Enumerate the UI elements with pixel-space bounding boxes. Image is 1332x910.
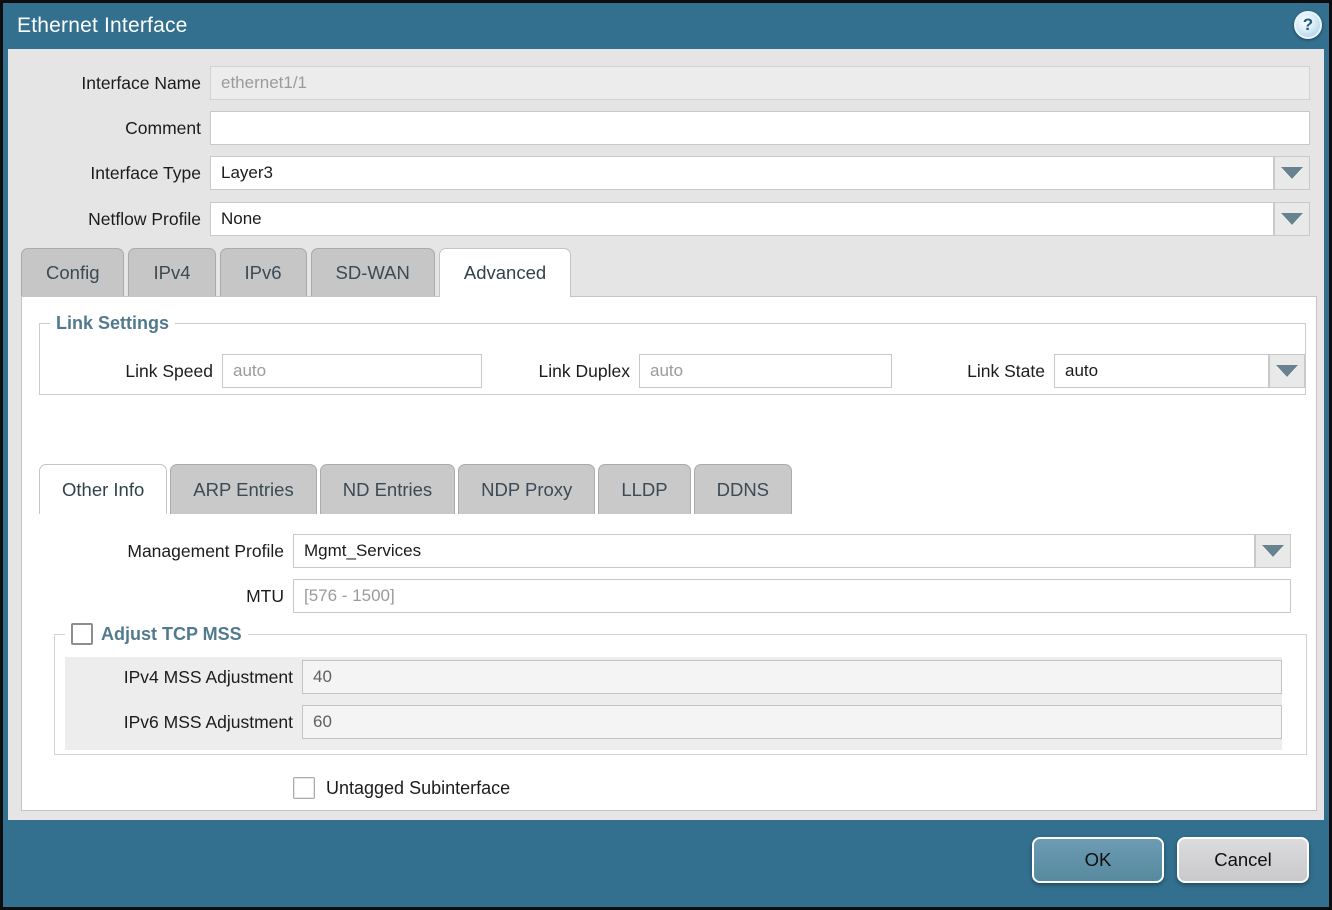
netflow-profile-dropdown-button[interactable] xyxy=(1274,202,1310,236)
main-tab-bar: Config IPv4 IPv6 SD-WAN Advanced xyxy=(21,248,571,296)
netflow-profile-row: Netflow Profile xyxy=(210,202,1274,236)
netflow-profile-field[interactable] xyxy=(210,202,1274,236)
link-state-field[interactable] xyxy=(1054,354,1269,388)
help-icon[interactable]: ? xyxy=(1294,11,1322,39)
dialog-body: Interface Name Comment Interface Type Ne… xyxy=(8,49,1324,823)
chevron-down-icon xyxy=(1281,167,1303,179)
sub-tab-bar: Other Info ARP Entries ND Entries NDP Pr… xyxy=(39,464,792,514)
link-speed-field[interactable] xyxy=(222,354,482,388)
dialog-titlebar: Ethernet Interface ? xyxy=(3,3,1329,49)
tab-ipv4[interactable]: IPv4 xyxy=(128,248,215,296)
management-profile-dropdown-button[interactable] xyxy=(1255,534,1291,568)
netflow-profile-label: Netflow Profile xyxy=(88,209,201,230)
comment-label: Comment xyxy=(125,118,201,139)
chevron-down-icon xyxy=(1281,213,1303,225)
subtab-arp-entries[interactable]: ARP Entries xyxy=(170,464,316,514)
chevron-down-icon xyxy=(1276,365,1298,377)
tab-sdwan[interactable]: SD-WAN xyxy=(311,248,435,296)
interface-name-field xyxy=(210,66,1310,100)
interface-name-row: Interface Name xyxy=(210,66,1310,100)
ipv4-mss-row: IPv4 MSS Adjustment xyxy=(302,660,1282,694)
ipv4-mss-field xyxy=(302,660,1282,694)
ethernet-interface-dialog: Ethernet Interface ? Interface Name Comm… xyxy=(0,0,1332,910)
interface-name-label: Interface Name xyxy=(81,73,201,94)
link-settings-fieldset: Link Settings Link Speed Link Duplex Lin… xyxy=(39,313,1306,395)
untagged-subinterface-label: Untagged Subinterface xyxy=(326,778,510,799)
ipv4-mss-label: IPv4 MSS Adjustment xyxy=(124,667,293,688)
untagged-subinterface-checkbox[interactable] xyxy=(293,777,315,799)
link-settings-legend: Link Settings xyxy=(50,313,175,334)
subtab-other-info[interactable]: Other Info xyxy=(39,464,167,514)
comment-field[interactable] xyxy=(210,111,1310,145)
interface-type-dropdown-button[interactable] xyxy=(1274,156,1310,190)
interface-type-row: Interface Type xyxy=(210,156,1274,190)
tab-advanced[interactable]: Advanced xyxy=(439,248,571,297)
subtab-ddns[interactable]: DDNS xyxy=(694,464,792,514)
cancel-button[interactable]: Cancel xyxy=(1177,837,1309,883)
link-speed-row: Link Speed xyxy=(222,354,482,388)
chevron-down-icon xyxy=(1262,545,1284,557)
management-profile-label: Management Profile xyxy=(127,541,284,562)
link-state-label: Link State xyxy=(967,361,1045,382)
mtu-row: MTU xyxy=(293,579,1291,613)
ipv6-mss-row: IPv6 MSS Adjustment xyxy=(302,705,1282,739)
subtab-nd-entries[interactable]: ND Entries xyxy=(320,464,455,514)
untagged-subinterface-row: Untagged Subinterface xyxy=(293,777,510,799)
advanced-tab-panel: Link Settings Link Speed Link Duplex Lin… xyxy=(21,296,1317,811)
adjust-tcp-mss-legend: Adjust TCP MSS xyxy=(65,623,248,645)
dialog-title: Ethernet Interface xyxy=(17,14,188,38)
dialog-footer: OK Cancel xyxy=(3,820,1329,907)
adjust-tcp-mss-checkbox[interactable] xyxy=(71,623,93,645)
mss-disabled-panel: IPv4 MSS Adjustment IPv6 MSS Adjustment xyxy=(65,657,1282,750)
adjust-tcp-mss-fieldset: Adjust TCP MSS IPv4 MSS Adjustment IPv6 … xyxy=(54,623,1307,755)
link-state-row: Link State xyxy=(1054,354,1269,388)
interface-type-label: Interface Type xyxy=(90,163,201,184)
tab-config[interactable]: Config xyxy=(21,248,124,296)
link-duplex-label: Link Duplex xyxy=(539,361,630,382)
management-profile-row: Management Profile xyxy=(293,534,1255,568)
comment-row: Comment xyxy=(210,111,1310,145)
link-duplex-row: Link Duplex xyxy=(639,354,892,388)
mtu-field[interactable] xyxy=(293,579,1291,613)
subtab-ndp-proxy[interactable]: NDP Proxy xyxy=(458,464,595,514)
link-duplex-field[interactable] xyxy=(639,354,892,388)
ok-button[interactable]: OK xyxy=(1032,837,1164,883)
tab-ipv6[interactable]: IPv6 xyxy=(220,248,307,296)
mtu-label: MTU xyxy=(246,586,284,607)
link-speed-label: Link Speed xyxy=(125,361,213,382)
subtab-lldp[interactable]: LLDP xyxy=(598,464,690,514)
management-profile-field[interactable] xyxy=(293,534,1255,568)
ipv6-mss-label: IPv6 MSS Adjustment xyxy=(124,712,293,733)
interface-type-field[interactable] xyxy=(210,156,1274,190)
ipv6-mss-field xyxy=(302,705,1282,739)
link-state-dropdown-button[interactable] xyxy=(1269,354,1305,388)
